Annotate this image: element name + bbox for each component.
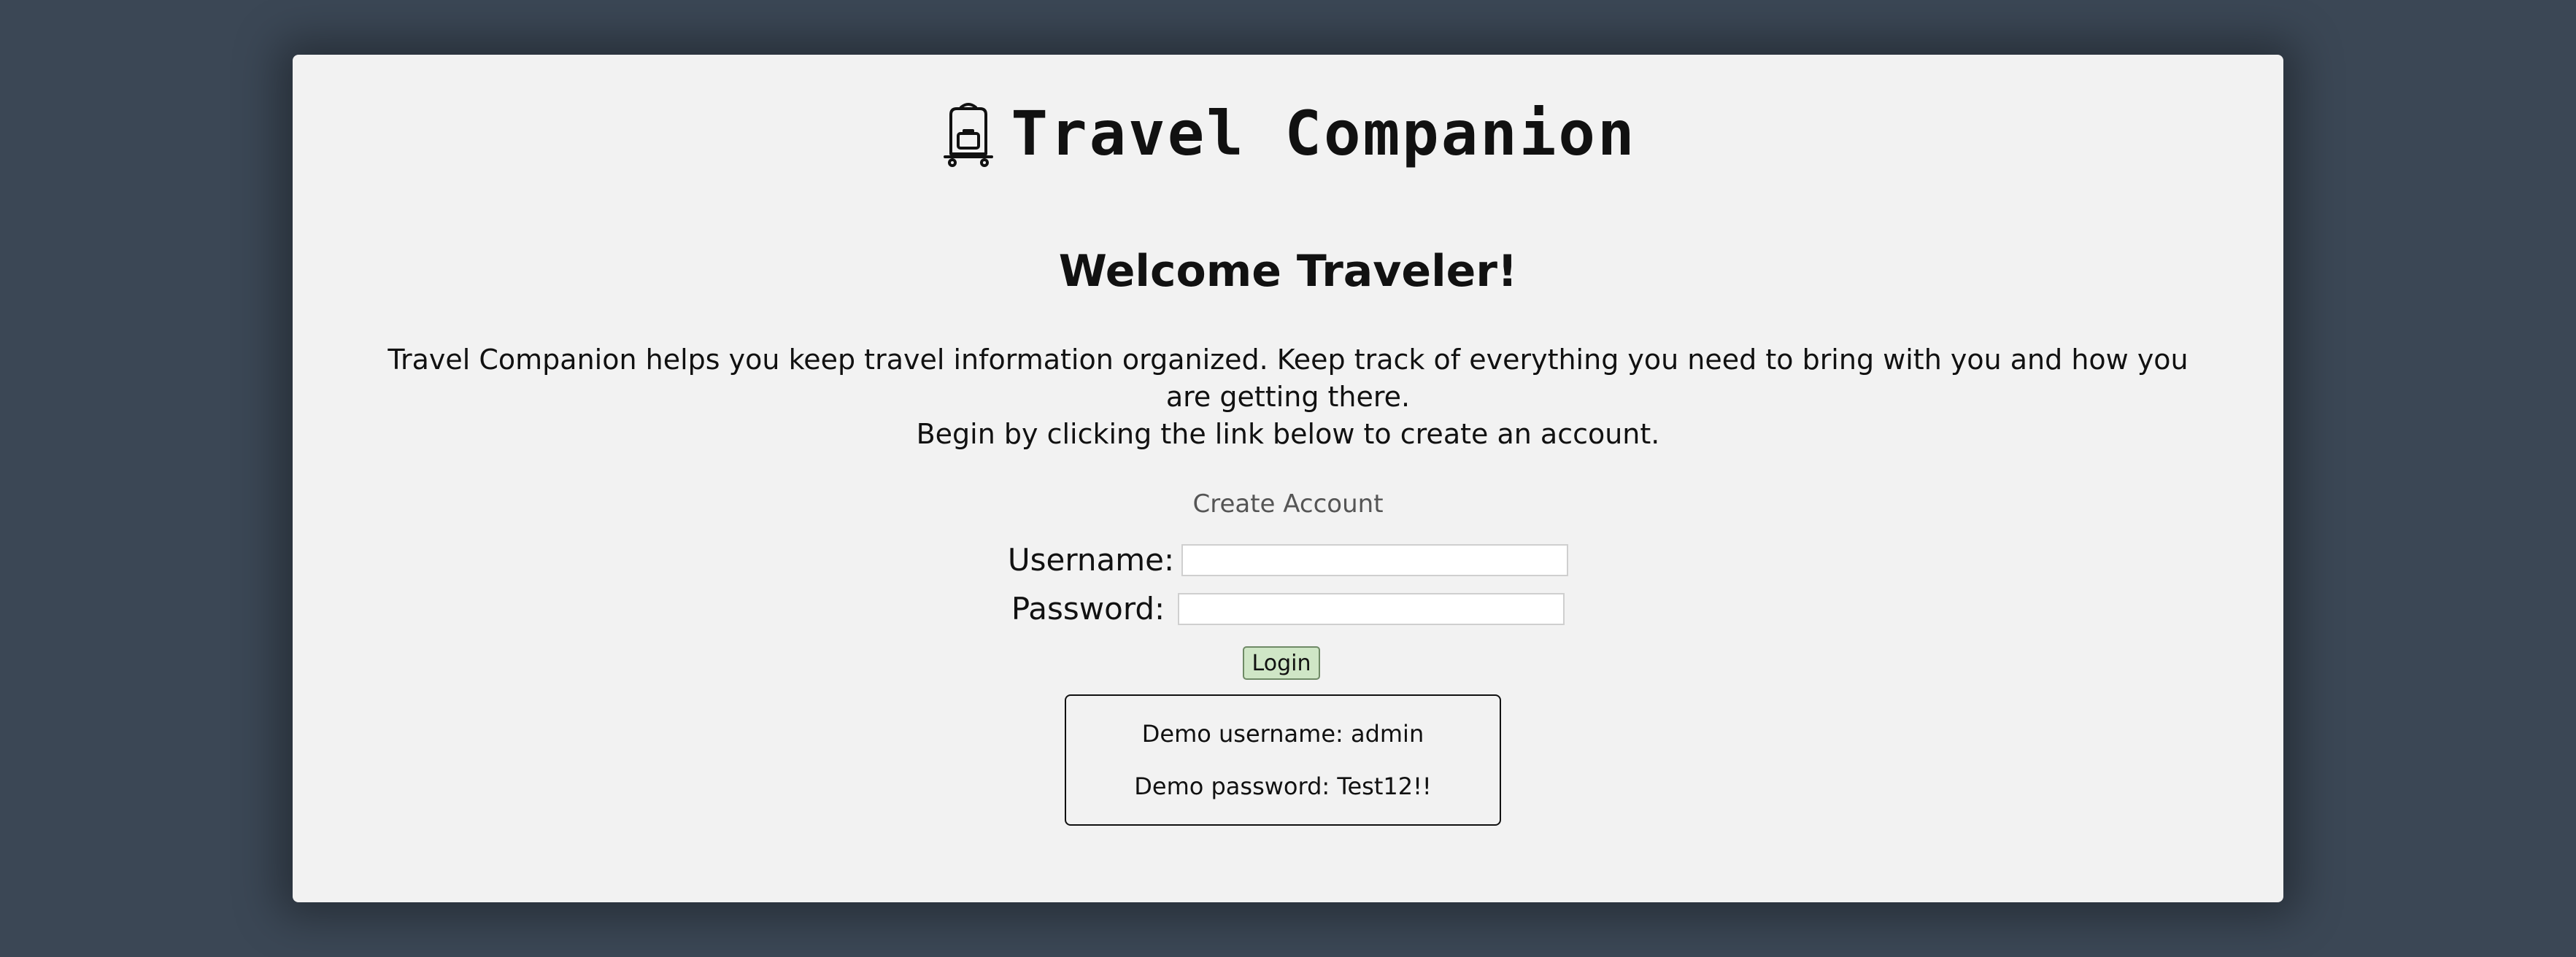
brand-header: Travel Companion	[293, 90, 2283, 177]
intro-text: Travel Companion helps you keep travel i…	[380, 341, 2196, 453]
create-account-link[interactable]: Create Account	[293, 489, 2283, 519]
password-row: Password:	[293, 591, 2283, 627]
luggage-cart-icon	[939, 98, 998, 168]
demo-username-text: Demo username: admin	[1141, 720, 1424, 748]
main-card: Travel Companion Welcome Traveler! Trave…	[293, 55, 2283, 902]
username-input[interactable]	[1181, 543, 1569, 576]
username-label: Username:	[1007, 542, 1175, 578]
login-button[interactable]: Login	[1243, 646, 1320, 680]
demo-password-text: Demo password: Test12!!	[1134, 772, 1432, 800]
intro-line-1: Travel Companion helps you keep travel i…	[387, 344, 2189, 413]
username-row: Username:	[293, 542, 2283, 578]
welcome-heading: Welcome Traveler!	[1058, 246, 1518, 297]
intro-line-2: Begin by clicking the link below to crea…	[916, 418, 1660, 450]
password-input[interactable]	[1178, 592, 1565, 625]
demo-credentials-box: Demo username: admin Demo password: Test…	[1065, 694, 1501, 826]
password-label: Password:	[1011, 591, 1165, 627]
app-title: Travel Companion	[1011, 98, 1637, 169]
